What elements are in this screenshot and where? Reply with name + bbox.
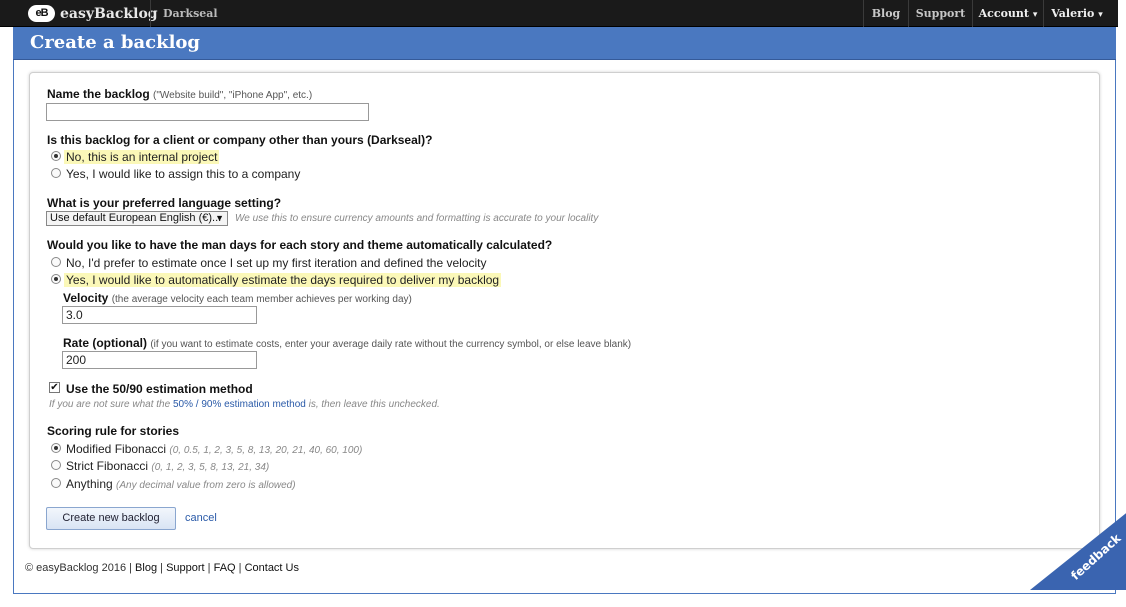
name-hint: ("Website build", "iPhone App", etc.)	[153, 90, 313, 101]
chevron-down-icon: ▾	[1032, 10, 1038, 20]
name-question: Name the backlog ("Website build", "iPho…	[47, 87, 312, 101]
mandays-no-label[interactable]: No, I'd prefer to estimate once I set up…	[66, 256, 487, 270]
client-internal-label[interactable]: No, this is an internal project	[64, 150, 220, 164]
nav-user-menu[interactable]: Valerio ▾	[1044, 0, 1110, 27]
velocity-input[interactable]	[62, 306, 257, 324]
scoring-modified-label: Modified Fibonacci	[66, 442, 167, 456]
rate-input[interactable]	[62, 351, 257, 369]
top-navbar: eB easyBacklog Darkseal Blog Support Acc…	[0, 0, 1118, 27]
dropdown-arrow-icon: ▼	[215, 213, 224, 223]
velocity-question: Velocity (the average velocity each team…	[63, 291, 412, 305]
velocity-label: Velocity	[63, 291, 109, 305]
scoring-modified-hint: (0, 0.5, 1, 2, 3, 5, 8, 13, 20, 21, 40, …	[169, 445, 363, 456]
footer: © easyBacklog 2016 | Blog | Support | FA…	[25, 562, 299, 574]
footer-contact-link[interactable]: Contact Us	[245, 562, 299, 574]
footer-faq-link[interactable]: FAQ	[214, 562, 236, 574]
scoring-strict-option[interactable]: Strict Fibonacci (0, 1, 2, 3, 5, 8, 13, …	[66, 459, 269, 473]
velocity-hint: (the average velocity each team member a…	[111, 294, 412, 305]
rate-question: Rate (optional) (if you want to estimate…	[63, 336, 631, 350]
estimation-label[interactable]: Use the 50/90 estimation method	[66, 382, 253, 396]
name-label: Name the backlog	[47, 87, 150, 101]
scoring-modified-radio[interactable]	[51, 443, 61, 453]
scoring-strict-radio[interactable]	[51, 460, 61, 470]
footer-support-link[interactable]: Support	[166, 562, 205, 574]
mandays-no-radio[interactable]	[51, 257, 61, 267]
divider	[150, 0, 151, 27]
mandays-question: Would you like to have the man days for …	[47, 238, 553, 252]
client-company-label[interactable]: Yes, I would like to assign this to a co…	[66, 167, 300, 181]
nav-blog-link[interactable]: Blog	[864, 0, 908, 27]
client-question: Is this backlog for a client or company …	[47, 133, 433, 147]
app-name: easyBacklog	[60, 5, 158, 22]
nav-user-label: Valerio	[1051, 7, 1095, 20]
page-header: Create a backlog	[13, 27, 1116, 60]
scoring-anything-label: Anything	[66, 477, 113, 491]
nav-account-menu[interactable]: Account ▾	[973, 0, 1043, 27]
feedback-tab[interactable]: feedback	[1030, 510, 1126, 607]
scoring-anything-radio[interactable]	[51, 478, 61, 488]
page-title: Create a backlog	[30, 32, 200, 53]
language-selected-value: Use default European English (€)...	[50, 212, 222, 224]
logo-badge-icon: eB	[28, 5, 55, 22]
company-name[interactable]: Darkseal	[163, 7, 218, 20]
app-logo[interactable]: eB easyBacklog	[28, 5, 158, 22]
footer-blog-link[interactable]: Blog	[135, 562, 157, 574]
scoring-anything-option[interactable]: Anything (Any decimal value from zero is…	[66, 477, 296, 491]
language-hint: We use this to ensure currency amounts a…	[235, 213, 599, 224]
nav-support-link[interactable]: Support	[909, 0, 972, 27]
scoring-strict-hint: (0, 1, 2, 3, 5, 8, 13, 21, 34)	[151, 462, 270, 473]
estimation-method-link[interactable]: 50% / 90% estimation method	[173, 399, 306, 410]
client-internal-radio[interactable]	[51, 151, 61, 161]
backlog-name-input[interactable]	[46, 103, 369, 121]
scoring-question: Scoring rule for stories	[47, 424, 180, 438]
rate-label: Rate (optional)	[63, 336, 147, 350]
scoring-modified-option[interactable]: Modified Fibonacci (0, 0.5, 1, 2, 3, 5, …	[66, 442, 362, 456]
client-company-radio[interactable]	[51, 168, 61, 178]
scoring-anything-hint: (Any decimal value from zero is allowed)	[116, 480, 296, 491]
scoring-strict-label: Strict Fibonacci	[66, 459, 149, 473]
estimation-checkbox[interactable]: ✔	[49, 382, 60, 393]
language-question: What is your preferred language setting?	[47, 196, 282, 210]
chevron-down-icon: ▾	[1098, 10, 1103, 20]
language-select[interactable]: Use default European English (€)... ▼	[46, 211, 228, 226]
nav-account-label: Account	[978, 7, 1029, 20]
mandays-yes-label[interactable]: Yes, I would like to automatically estim…	[64, 273, 502, 287]
rate-hint: (if you want to estimate costs, enter yo…	[150, 339, 632, 350]
create-backlog-button[interactable]: Create new backlog	[46, 507, 176, 530]
estimation-hint: If you are not sure what the 50% / 90% e…	[49, 399, 440, 410]
mandays-yes-radio[interactable]	[51, 274, 61, 284]
footer-copyright: © easyBacklog 2016	[25, 562, 127, 574]
cancel-link[interactable]: cancel	[185, 512, 217, 524]
